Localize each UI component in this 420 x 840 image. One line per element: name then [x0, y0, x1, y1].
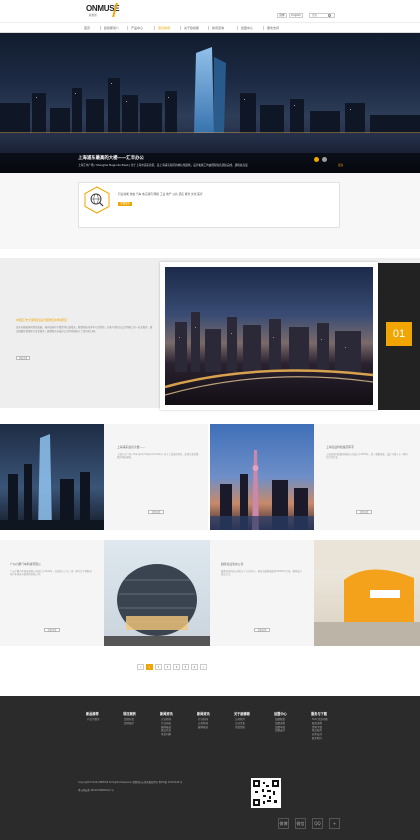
card-4-button[interactable]: 查看详情: [254, 628, 270, 632]
card-1-desc: 上海汇丰广场 | Shanghai Magnolia Plaza | 位于上海浦…: [117, 453, 199, 460]
card-3-image[interactable]: [104, 540, 210, 646]
footer-link[interactable]: 媒体报道: [198, 726, 208, 730]
nav-item-7[interactable]: 加盟中心: [241, 26, 253, 30]
industry-text: 行业领域 金融 汽车 电子通讯 网络 工业 地产 公共 酒店 教育 文化 医疗: [118, 192, 203, 196]
card-2-image[interactable]: [210, 424, 314, 530]
page-link-5[interactable]: 5: [182, 664, 189, 670]
copyright: Copyright©2016 ONMUSE All Rights Reserve…: [78, 781, 183, 784]
page-link-2[interactable]: 2: [155, 664, 162, 670]
nav-item-5[interactable]: 关于欧穆斯: [184, 26, 199, 30]
qr-code: [251, 778, 281, 808]
wechat-icon[interactable]: 微信: [295, 818, 306, 829]
card-4-desc: 越秀商业新办公室位于广州市中心，项目总建筑面积约20000平方米，整体设计简洁大…: [221, 570, 302, 577]
page-link-1[interactable]: 1: [146, 664, 153, 670]
feature-description: 近年来随着国内经济发展，国内高端写字楼需求日益增长，欧穆斯依托多年行业经验，为客…: [16, 326, 153, 333]
hero-more-link[interactable]: 更多: [338, 163, 343, 167]
footer-link[interactable]: 产品专题页: [87, 718, 100, 722]
logo-subtitle: 欧穆斯: [89, 14, 97, 17]
slider-dot-2[interactable]: [322, 157, 327, 162]
slider-dot-1[interactable]: [314, 157, 319, 162]
feature-title[interactable]: 中国汇丰大厦项目设计装修及材料研究: [16, 318, 67, 322]
weibo-icon[interactable]: 微博: [278, 818, 289, 829]
footer: [0, 696, 420, 840]
footer-col-title[interactable]: 加盟中心: [274, 711, 287, 716]
industry-more-button[interactable]: 查看更多: [118, 202, 132, 206]
header: [0, 0, 420, 22]
footer-link[interactable]: 加盟支持: [275, 729, 285, 733]
card-4-image[interactable]: [314, 540, 420, 646]
footer-col-title[interactable]: 服务与下载: [311, 711, 327, 716]
footer-link[interactable]: 联系我们: [312, 737, 322, 741]
icp-record[interactable]: 粤公网安备 44011506002012 号: [78, 788, 114, 792]
nav-item-8[interactable]: 服务支持: [267, 26, 279, 30]
nav-item-4[interactable]: 项目案例: [158, 26, 170, 30]
footer-col-title[interactable]: 新闻资讯: [197, 711, 210, 716]
card-4-title[interactable]: 越秀商业新办公室: [221, 562, 243, 566]
footer-link[interactable]: 常见问题: [161, 733, 171, 737]
page-link-6[interactable]: 6: [191, 664, 198, 670]
card-2-title[interactable]: 上海创业科技集团写字: [326, 445, 354, 449]
feature-index-badge: 01: [386, 322, 412, 346]
card-1-image[interactable]: [0, 424, 104, 530]
footer-link[interactable]: 荣誉资质: [235, 726, 245, 730]
card-3-button[interactable]: 查看详情: [44, 628, 60, 632]
plus-icon[interactable]: +: [329, 818, 340, 829]
card-3-title[interactable]: 广州小鹏汽车科技有限公: [10, 562, 41, 566]
nav-item-1[interactable]: 首页: [84, 26, 90, 30]
main-nav: [0, 22, 420, 33]
qq-icon[interactable]: QQ: [312, 818, 323, 829]
card-2-desc: 上海创业科技集团有限公司成立于2003年，是一家集研发、设计与施工于一体的综合性…: [326, 453, 408, 460]
hero-banner[interactable]: [0, 33, 420, 173]
page-link-3[interactable]: 3: [164, 664, 171, 670]
page-link-0[interactable]: «: [137, 664, 144, 670]
page-link-4[interactable]: 4: [173, 664, 180, 670]
card-2-button[interactable]: 查看详情: [356, 510, 372, 514]
lang-cn-button[interactable]: 简体: [277, 13, 287, 18]
card-3-desc: 广州小鹏汽车科技有限公司成立于2014年，总部位于广州，是一家专注于智能电动汽车…: [10, 570, 92, 577]
nav-item-2[interactable]: 欧穆斯简介: [104, 26, 119, 30]
hero-city-image: [0, 47, 420, 173]
nav-item-6[interactable]: 新闻咨询: [212, 26, 224, 30]
page-link-7[interactable]: »: [200, 664, 207, 670]
globe-search-icon: [84, 186, 110, 214]
hero-title[interactable]: 上海浦东最高的大楼——汇丰办公: [78, 155, 144, 161]
lang-en-button[interactable]: English: [289, 13, 303, 18]
card-1-title[interactable]: 上海浦东最高大楼——: [117, 445, 145, 449]
footer-col-title[interactable]: 项目案例: [123, 711, 136, 716]
footer-col-title[interactable]: 新品推荐: [86, 711, 99, 716]
footer-col-title[interactable]: 关于欧穆斯: [234, 711, 250, 716]
hero-description: 上海汇丰广场 / Shanghai Magnolia Plaza | 位于上海市…: [78, 163, 248, 167]
feature-image-frame[interactable]: [160, 262, 378, 410]
card-1-button[interactable]: 查看详情: [148, 510, 164, 514]
footer-link[interactable]: 案例展示: [124, 722, 134, 726]
search-input[interactable]: 搜索: [309, 13, 335, 18]
feature-city-image: [165, 267, 373, 405]
footer-col-title[interactable]: 新闻资讯: [160, 711, 173, 716]
nav-item-3[interactable]: 产品中心: [131, 26, 143, 30]
feature-detail-button[interactable]: 查看详情: [16, 356, 30, 360]
